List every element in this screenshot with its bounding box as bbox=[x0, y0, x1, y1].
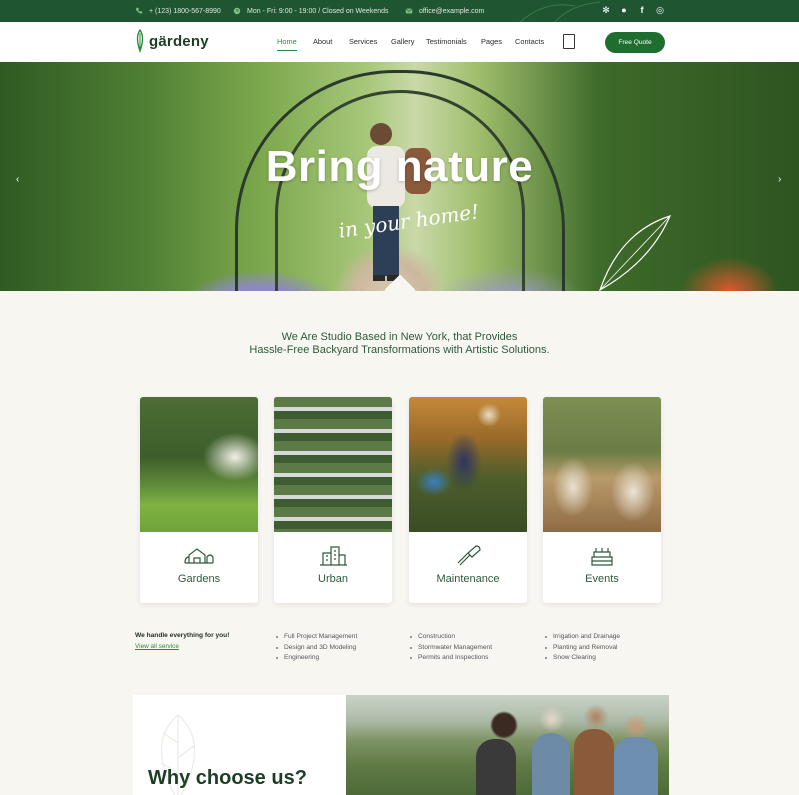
list-item: Irrigation and Drainage bbox=[545, 632, 620, 643]
buildings-icon bbox=[320, 546, 347, 566]
hero-banner: ‹ › Bring nature in your home! bbox=[0, 62, 799, 291]
leaf-line-decoration-icon bbox=[599, 215, 672, 291]
leaf-decoration-icon bbox=[519, 1, 601, 22]
why-choose-section: Why choose us? bbox=[133, 695, 669, 795]
nav-item-pages[interactable]: Pages bbox=[481, 37, 502, 46]
intro-line-1: We Are Studio Based in New York, that Pr… bbox=[281, 331, 518, 343]
nav-item-about[interactable]: About bbox=[313, 37, 332, 46]
free-quote-button[interactable]: Free Quote bbox=[605, 32, 665, 53]
top-bar: + (123) 1800-567-8990 Mon - Fri: 9:00 - … bbox=[0, 0, 799, 22]
list-item: Permits and Inspections bbox=[410, 653, 492, 664]
list-item: Engineering bbox=[276, 653, 357, 664]
list-item: Design and 3D Modeling bbox=[276, 643, 357, 654]
service-card-events[interactable]: Events bbox=[543, 397, 661, 603]
cake-icon bbox=[591, 548, 613, 566]
tripadvisor-icon[interactable]: ✻ bbox=[601, 5, 611, 15]
facebook-icon[interactable]: f bbox=[637, 5, 647, 15]
phone-text: + (123) 1800-567-8990 bbox=[149, 7, 221, 15]
intro-line-2: Hassle-Free Backyard Transformations wit… bbox=[249, 344, 550, 356]
logo-text: gärdeny bbox=[149, 32, 209, 50]
list-item: Planting and Removal bbox=[545, 643, 620, 654]
clock-icon bbox=[233, 7, 241, 15]
nav-item-gallery[interactable]: Gallery bbox=[391, 37, 414, 46]
intro-text: We Are Studio Based in New York, that Pr… bbox=[0, 331, 799, 357]
team-member-figure bbox=[614, 737, 658, 795]
maintenance-image bbox=[409, 397, 527, 532]
service-list-col-1: Full Project Management Design and 3D Mo… bbox=[276, 632, 357, 664]
why-choose-title: Why choose us? bbox=[148, 767, 307, 789]
instagram-icon[interactable]: ◎ bbox=[655, 5, 665, 15]
urban-image bbox=[274, 397, 392, 532]
social-links: ✻ ● f ◎ bbox=[601, 5, 665, 15]
events-image bbox=[543, 397, 661, 532]
team-member-figure bbox=[532, 733, 570, 795]
nav-item-testimonials[interactable]: Testimonials bbox=[426, 37, 467, 46]
service-card-urban[interactable]: Urban bbox=[274, 397, 392, 603]
house-garden-icon bbox=[184, 548, 214, 564]
service-title: Urban bbox=[318, 573, 348, 585]
nav-item-contacts[interactable]: Contacts bbox=[515, 37, 544, 46]
list-item: Stormwater Management bbox=[410, 643, 492, 654]
service-list-col-2: Construction Stormwater Management Permi… bbox=[410, 632, 492, 664]
trowel-icon bbox=[457, 545, 481, 566]
logo[interactable]: gärdeny bbox=[135, 29, 209, 53]
phone-icon bbox=[135, 7, 143, 14]
handle-heading: We handle everything for you! bbox=[135, 632, 230, 639]
list-item: Snow Clearing bbox=[545, 653, 620, 664]
pinterest-icon[interactable]: ● bbox=[619, 5, 629, 15]
mail-icon bbox=[405, 8, 413, 14]
hero-title: Bring nature bbox=[265, 142, 534, 191]
main-navigation: gärdeny Home About Services Gallery Test… bbox=[0, 22, 799, 62]
service-card-gardens[interactable]: Gardens bbox=[140, 397, 258, 603]
hours-info: Mon - Fri: 9:00 - 19:00 / Closed on Week… bbox=[233, 7, 389, 15]
view-all-services-link[interactable]: View all service bbox=[135, 643, 179, 650]
phone-contact[interactable]: + (123) 1800-567-8990 bbox=[135, 7, 221, 15]
hours-text: Mon - Fri: 9:00 - 19:00 / Closed on Week… bbox=[247, 7, 389, 15]
service-title: Events bbox=[585, 573, 619, 585]
team-member-figure bbox=[476, 739, 516, 795]
cart-icon[interactable] bbox=[563, 34, 575, 49]
nav-item-home[interactable]: Home bbox=[277, 37, 297, 51]
team-photo bbox=[346, 695, 669, 795]
service-card-maintenance[interactable]: Maintenance bbox=[409, 397, 527, 603]
service-title: Maintenance bbox=[436, 573, 500, 585]
email-text: office@example.com bbox=[419, 7, 485, 15]
gardens-image bbox=[140, 397, 258, 532]
leaf-logo-icon bbox=[136, 29, 144, 53]
email-contact[interactable]: office@example.com bbox=[405, 7, 484, 15]
service-title: Gardens bbox=[177, 573, 221, 585]
nav-item-services[interactable]: Services bbox=[349, 37, 377, 46]
team-member-figure bbox=[574, 729, 614, 795]
service-list-col-3: Irrigation and Drainage Planting and Rem… bbox=[545, 632, 620, 664]
list-item: Construction bbox=[410, 632, 492, 643]
list-item: Full Project Management bbox=[276, 632, 357, 643]
